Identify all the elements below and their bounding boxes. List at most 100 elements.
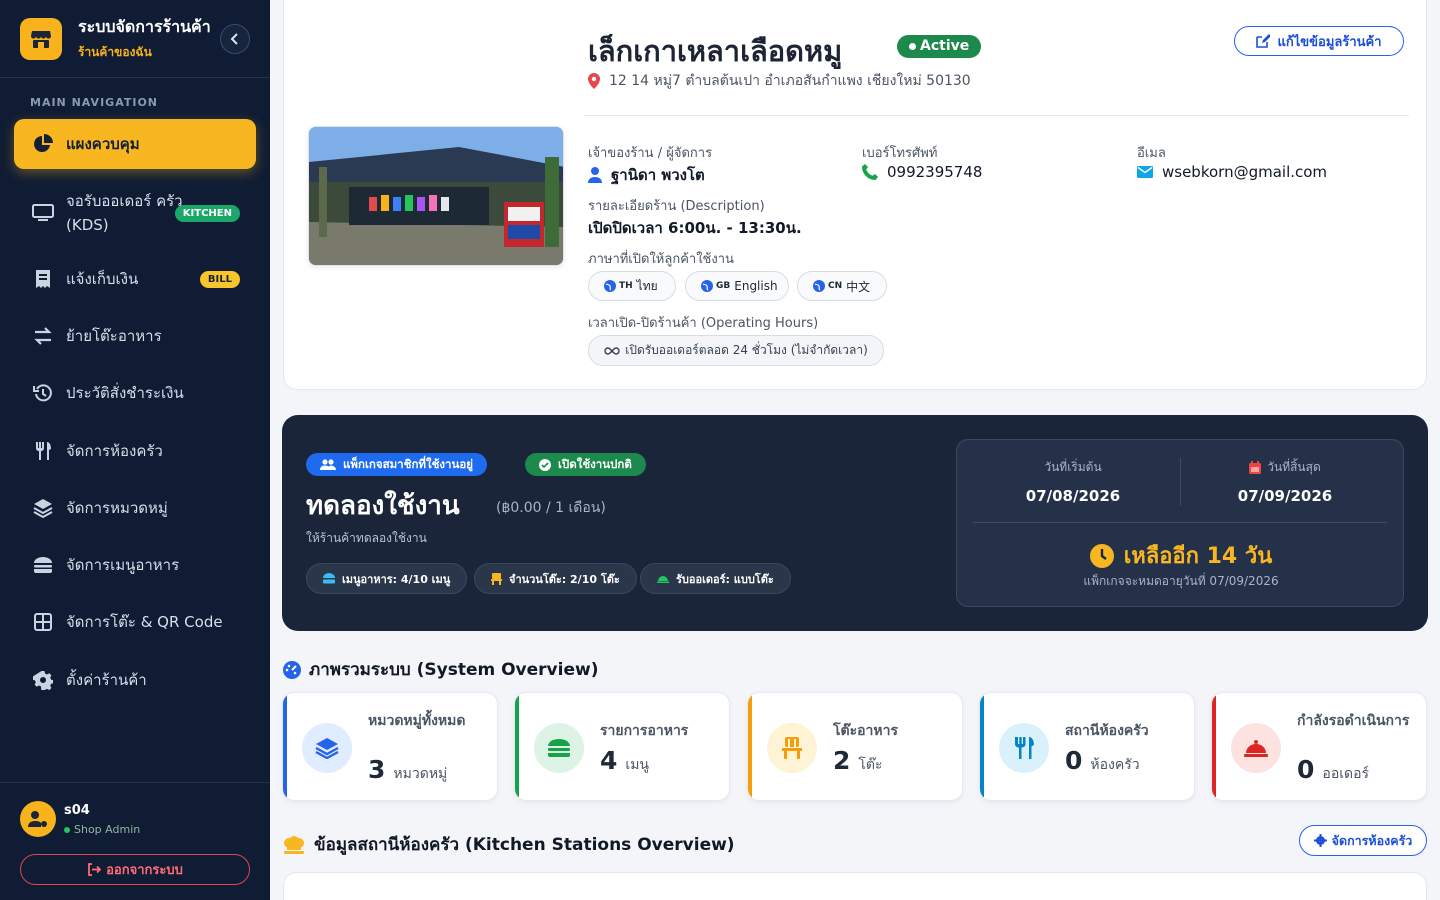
shop-name: เล็กเกาเหลาเลือดหมู (588, 34, 843, 68)
stat-card-categories[interactable]: หมวดหมู่ทั้งหมด 3 หมวดหมู่ (282, 692, 498, 801)
stat-card-menu-items[interactable]: รายการอาหาร 4 เมนู (514, 692, 730, 801)
bell-icon (1231, 723, 1281, 773)
chair-icon (491, 572, 502, 585)
food-icon (323, 573, 335, 584)
days-remaining: เหลืออีก 14 วัน (957, 538, 1405, 573)
shop-address: 12 14 หมู่7 ตำบลต้นเปา อำเภอสันกำแพง เชี… (588, 70, 971, 92)
package-dates-panel: วันที่เริ่มต้น 07/08/2026 วันที่สิ้นสุด … (956, 439, 1404, 607)
grid-icon (32, 611, 54, 633)
divider (973, 522, 1387, 523)
manage-kitchen-button[interactable]: จัดการห้องครัว (1299, 825, 1427, 856)
kitchen-section-title: ข้อมูลสถานีห้องครัว (Kitchen Stations Ov… (283, 831, 735, 858)
stat-card-tables[interactable]: โต๊ะอาหาร 2 โต๊ะ (747, 692, 963, 801)
globe-icon (813, 280, 825, 292)
edit-shop-button[interactable]: แก้ไขข้อมูลร้านค้า (1234, 26, 1404, 56)
chef-hat-icon (283, 835, 305, 854)
swap-icon (32, 325, 54, 347)
package-price: (฿0.00 / 1 เดือน) (496, 500, 606, 516)
sidebar-item-label: จัดการหมวดหมู่ (66, 499, 168, 517)
sidebar-item-categories[interactable]: จัดการหมวดหมู่ (14, 483, 256, 533)
layers-icon (32, 497, 54, 519)
sidebar-item-label: แจ้งเก็บเงิน (66, 270, 139, 288)
user-icon (588, 167, 602, 183)
brand-header: ระบบจัดการร้านค้า ร้านค้าของฉัน (0, 0, 270, 78)
sidebar-item-settings[interactable]: ตั้งค่าร้านค้า (14, 655, 256, 705)
sidebar-item-label: จัดการโต๊ะ & QR Code (66, 613, 223, 631)
email-label: อีเมล (1137, 146, 1166, 161)
lang-chip-th: TH ไทย (588, 271, 676, 301)
user-name: s04 (64, 803, 90, 818)
burger-icon (534, 723, 584, 773)
sidebar-item-label: ตั้งค่าร้านค้า (66, 671, 147, 689)
phone-icon (862, 164, 878, 180)
phone-label: เบอร์โทรศัพท์ (862, 146, 938, 161)
end-date-block: วันที่สิ้นสุด 07/09/2026 (1185, 458, 1385, 505)
start-date-block: วันที่เริ่มต้น 07/08/2026 (973, 458, 1173, 505)
package-description: ให้ร้านค้าทดลองใช้งาน (306, 531, 427, 545)
status-badge: Active (897, 35, 982, 58)
shop-info-card: เล็กเกาเหลาเลือดหมู Active 12 14 หมู่7 ต… (283, 0, 1427, 390)
expiry-note: แพ็กเกจจะหมดอายุวันที่ 07/09/2026 (1083, 574, 1279, 588)
logout-button[interactable]: ออกจากระบบ (20, 854, 250, 885)
sidebar-item-move-table[interactable]: ย้ายโต๊ะอาหาร (14, 311, 256, 361)
sidebar-item-history[interactable]: ประวัติสั่งชำระเงิน (14, 368, 256, 418)
lang-chip-cn: CN 中文 (797, 271, 887, 301)
burger-icon (32, 554, 54, 576)
utensils-icon (999, 723, 1049, 773)
bill-badge: BILL (199, 270, 240, 288)
sidebar: ระบบจัดการร้านค้า ร้านค้าของฉัน MAIN NAV… (0, 0, 270, 900)
utensils-icon (32, 440, 54, 462)
sidebar-item-kds[interactable]: จอรับออเดอร์ ครัว (KDS) KITCHEN (14, 187, 256, 239)
package-name: ทดลองใช้งาน (306, 491, 460, 521)
owner-label: เจ้าของร้าน / ผู้จัดการ (588, 146, 713, 161)
divider (1180, 458, 1181, 506)
logout-icon (87, 863, 102, 876)
stat-label: สถานีห้องครัว (1065, 723, 1149, 739)
chart-pie-icon (32, 133, 54, 155)
sidebar-item-label: จัดการห้องครัว (66, 442, 163, 460)
sidebar-item-dashboard[interactable]: แผงควบคุม (14, 119, 256, 169)
owner-value: ฐานิดา พวงโต (588, 163, 705, 187)
bell-icon (657, 574, 669, 583)
stat-card-kitchen-stations[interactable]: สถานีห้องครัว 0 ห้องครัว (979, 692, 1195, 801)
store-icon (20, 17, 62, 60)
sidebar-item-billing[interactable]: แจ้งเก็บเงิน BILL (14, 254, 256, 304)
nav-section-header: MAIN NAVIGATION (30, 96, 159, 109)
sidebar-item-label: จอรับออเดอร์ ครัว (KDS) (66, 192, 183, 234)
sidebar-item-menu[interactable]: จัดการเมนูอาหาร (14, 540, 256, 590)
sidebar-item-label: จัดการเมนูอาหาร (66, 556, 180, 574)
chevron-left-icon[interactable] (220, 24, 250, 54)
package-stat-menu: เมนูอาหาร: 4/10 เมนู (306, 563, 468, 594)
stat-card-pending-orders[interactable]: กำลังรอดำเนินการ 0 ออเดอร์ (1211, 692, 1427, 801)
sidebar-item-tables-qr[interactable]: จัดการโต๊ะ & QR Code (14, 597, 256, 647)
sidebar-item-kitchen[interactable]: จัดการห้องครัว (14, 426, 256, 476)
overview-section-title: ภาพรวมระบบ (System Overview) (283, 656, 598, 683)
email-value: wsebkorn@gmail.com (1137, 163, 1327, 181)
envelope-icon (1137, 166, 1153, 178)
brand-title: ระบบจัดการร้านค้า (78, 17, 211, 36)
hours-chip: เปิดรับออเดอร์ตลอด 24 ชั่วโมง (ไม่จำกัดเ… (588, 335, 884, 366)
sidebar-item-label: แผงควบคุม (66, 135, 140, 153)
gear-icon (32, 669, 54, 691)
layers-icon (302, 723, 352, 773)
hours-label: เวลาเปิด-ปิดร้านค้า (Operating Hours) (588, 316, 819, 331)
lang-chip-en: GB English (685, 271, 789, 301)
user-role: Shop Admin (64, 823, 140, 836)
kitchen-badge: KITCHEN (174, 204, 240, 222)
stat-label: โต๊ะอาหาร (833, 723, 899, 739)
globe-icon (604, 280, 616, 292)
infinity-icon (604, 346, 620, 355)
desc-value: เปิดปิดเวลา 6:00น. - 13:30น. (588, 219, 802, 237)
clock-icon (1089, 543, 1114, 568)
end-date: 07/09/2026 (1237, 487, 1333, 505)
shop-photo (308, 126, 564, 266)
divider (584, 115, 1409, 116)
stat-value: 0 ห้องครัว (1065, 746, 1140, 775)
stat-value: 2 โต๊ะ (833, 746, 883, 775)
package-stat-order-mode: รับออเดอร์: แบบโต๊ะ (640, 563, 791, 594)
map-pin-icon (588, 73, 600, 89)
brand-subtitle: ร้านค้าของฉัน (78, 45, 152, 59)
user-panel: s04 Shop Admin ออกจากระบบ (0, 782, 270, 900)
receipt-icon (32, 268, 54, 290)
start-date: 07/08/2026 (1025, 487, 1121, 505)
